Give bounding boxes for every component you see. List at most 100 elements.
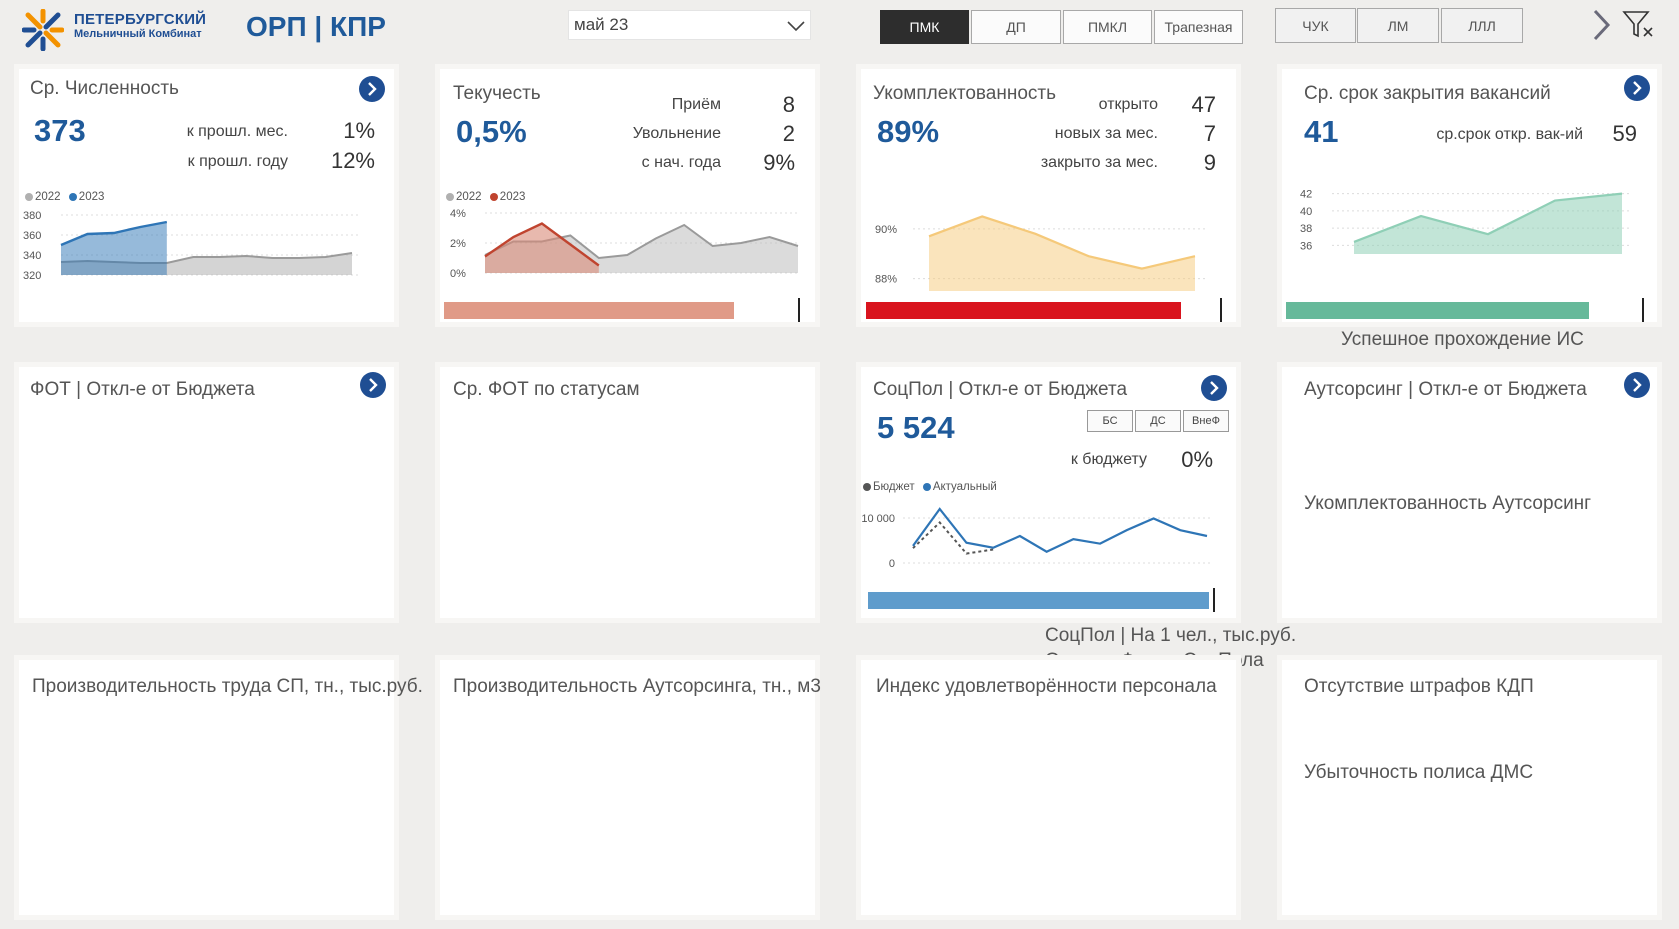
turnover-value: 0,5% (456, 114, 527, 149)
drillthrough-button[interactable] (359, 76, 385, 102)
unit-button-label: ПМКЛ (1087, 19, 1128, 35)
kpi-value: 7 (1203, 121, 1216, 146)
vacancy-chart: 42 40 38 36 (1300, 189, 1632, 254)
staffing-chart: 90% 88% (875, 215, 1206, 291)
unit-button-chuk[interactable]: ЧУК (1275, 8, 1356, 43)
drillthrough-button[interactable] (360, 372, 386, 398)
socpol-value: 5 524 (877, 410, 955, 445)
y-tick-label: 90% (875, 224, 897, 236)
month-select-value: май 23 (574, 15, 629, 34)
y-tick-label: 380 (23, 210, 41, 222)
socpol-card[interactable]: СоцПол | Откл-е от Бюджета 5 524 БС ДС В… (861, 367, 1236, 618)
filter-button-bs[interactable]: БС (1087, 410, 1133, 432)
legend-item: 2022 (25, 191, 61, 203)
kpi-label: к прошл. году (187, 153, 288, 170)
y-tick-label: 0 (889, 558, 895, 570)
logo-line-1: ПЕТЕРБУРГСКИЙ (74, 11, 207, 28)
y-tick-label: 2% (450, 238, 466, 250)
unit-button-label: Трапезная (1164, 19, 1233, 35)
target-marker (1213, 588, 1215, 612)
kpi-value: 59 (1612, 121, 1637, 146)
chevron-right-icon (369, 378, 378, 392)
kpi-value: 2 (782, 121, 795, 146)
filter-button-vnef[interactable]: ВнеФ (1183, 410, 1229, 432)
legend-item: Актуальный (922, 481, 997, 493)
month-select[interactable]: май 23 (568, 10, 811, 40)
chevron-right-icon (1633, 81, 1642, 95)
legend-item: 2022 (446, 191, 482, 203)
kdp-card[interactable]: Отсутствие штрафов КДП Убыточность полис… (1282, 660, 1657, 915)
y-tick-label: 340 (23, 250, 41, 262)
headcount-value: 373 (34, 113, 86, 148)
staffing-card[interactable]: Укомплектованность 89% открыто 47 новых … (861, 69, 1236, 322)
chart-legend: Бюджет Актуальный (863, 481, 1002, 493)
y-tick-label: 320 (23, 270, 41, 282)
outsourcing-productivity-card[interactable]: Производительность Аутсорсинга, тн., м3 (440, 660, 821, 915)
kpi-value: 1% (343, 118, 375, 143)
legend-label: 2023 (499, 191, 526, 203)
unit-button-label: ДП (1006, 19, 1026, 35)
card-title: Ср. срок закрытия вакансий (1304, 83, 1551, 104)
clear-filter-icon[interactable] (1622, 10, 1656, 40)
series-staffing-area (929, 216, 1195, 291)
y-tick-label: 42 (1300, 189, 1312, 201)
kpi-label: с нач. года (641, 154, 721, 171)
y-tick-label: 38 (1300, 223, 1312, 235)
socpol-progress-bar (868, 592, 1216, 609)
fot-card[interactable]: ФОТ | Откл-е от Бюджета (19, 367, 394, 618)
chevron-down-icon (787, 21, 805, 32)
y-tick-label: 10 000 (861, 513, 895, 525)
unit-button-trapeznaya[interactable]: Трапезная (1154, 10, 1243, 44)
kpi-label: к прошл. мес. (186, 123, 288, 140)
unit-button-pmkl[interactable]: ПМКЛ (1063, 10, 1152, 44)
kpi-value: 8 (782, 92, 795, 117)
drillthrough-button[interactable] (1624, 372, 1650, 398)
outsourcing-card[interactable]: Аутсорсинг | Откл-е от Бюджета Укомплект… (1282, 367, 1657, 618)
filter-button-label: ВнеФ (1192, 415, 1220, 427)
filter-button-label: ДС (1150, 415, 1166, 427)
card-title: Ср. Численность (30, 78, 179, 99)
y-tick-label: 40 (1300, 206, 1312, 218)
is-passing-label: Успешное прохождение ИС (1341, 329, 1584, 350)
dms-loss-label: Убыточность полиса ДМС (1304, 762, 1534, 783)
filter-button-ds[interactable]: ДС (1135, 410, 1181, 432)
kpi-label: Приём (671, 96, 721, 113)
progress-fill (444, 302, 734, 319)
chevron-right-icon (368, 82, 377, 96)
target-marker (798, 298, 800, 322)
legend-label: Бюджет (873, 481, 915, 493)
chart-legend: 2022 2023 (446, 191, 530, 203)
drillthrough-button[interactable] (1201, 375, 1227, 401)
vacancy-card[interactable]: Ср. срок закрытия вакансий 41 ср.срок от… (1282, 69, 1657, 322)
staffing-value: 89% (877, 114, 940, 149)
drillthrough-button[interactable] (1624, 75, 1650, 101)
progress-fill (866, 302, 1181, 319)
legend-item: 2023 (489, 191, 526, 203)
vacancy-progress-bar (1286, 302, 1615, 319)
legend-label: 2023 (78, 191, 105, 203)
unit-button-dp[interactable]: ДП (971, 10, 1061, 44)
kpi-value: 9% (763, 150, 795, 175)
vacancy-value: 41 (1304, 114, 1339, 149)
kpi-value: 47 (1191, 92, 1216, 117)
chevron-right-icon[interactable] (1590, 8, 1612, 42)
unit-button-lm[interactable]: ЛМ (1357, 8, 1439, 43)
turnover-card[interactable]: Текучесть 0,5% Приём 8 Увольнение 2 с на… (440, 69, 815, 322)
page-title: ОРП | КПР (246, 11, 386, 42)
card-title: СоцПол | Откл-е от Бюджета (873, 379, 1128, 400)
headcount-card[interactable]: Ср. Численность 373 к прошл. мес. 1% к п… (19, 69, 394, 322)
kpi-value: 12% (330, 148, 375, 173)
legend-item: Бюджет (863, 481, 915, 493)
fot-status-card[interactable]: Ср. ФОТ по статусам (440, 367, 815, 618)
legend-label: Актуальный (932, 481, 997, 493)
productivity-card[interactable]: Производительность труда СП, тн., тыс.ру… (19, 660, 423, 915)
unit-button-pmk[interactable]: ПМК (880, 10, 969, 44)
y-tick-label: 88% (875, 274, 897, 286)
card-title: Ср. ФОТ по статусам (453, 379, 640, 400)
kpi-label: открыто (1098, 96, 1158, 113)
company-logo: ПЕТЕРБУРГСКИЙ Мельничный Комбинат (74, 12, 206, 42)
unit-button-lll[interactable]: ЛЛЛ (1441, 8, 1523, 43)
unit-button-label: ЧУК (1302, 17, 1329, 34)
satisfaction-card[interactable]: Индекс удовлетворённости персонала (861, 660, 1236, 915)
y-tick-label: 360 (23, 230, 41, 242)
